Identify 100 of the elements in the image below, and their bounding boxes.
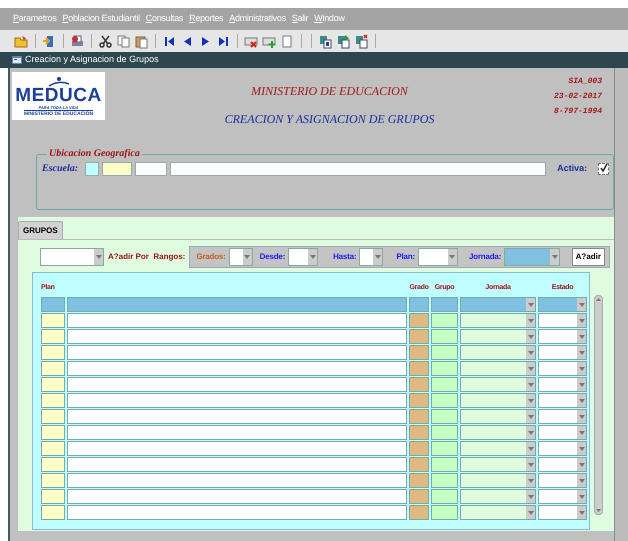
school-number-field[interactable]	[135, 162, 168, 176]
cancel-query-icon[interactable]	[354, 34, 369, 48]
dropdown-arrow-icon[interactable]	[528, 462, 534, 466]
grade-field[interactable]	[409, 505, 429, 520]
group-field[interactable]	[431, 425, 458, 440]
grade-field[interactable]	[409, 313, 429, 328]
scroll-down-icon[interactable]	[595, 506, 602, 514]
scrollbar[interactable]	[594, 295, 603, 515]
scroll-up-icon[interactable]	[595, 296, 602, 304]
menu-item[interactable]: Poblacion Estudiantil	[62, 12, 140, 26]
shift-dropdown[interactable]	[460, 345, 536, 360]
status-dropdown[interactable]	[538, 425, 587, 440]
school-region-field[interactable]	[102, 162, 132, 176]
dropdown-arrow-icon[interactable]	[578, 494, 584, 498]
dropdown-arrow-icon[interactable]	[578, 510, 584, 514]
shift-dropdown[interactable]	[460, 489, 536, 504]
status-dropdown[interactable]	[538, 409, 587, 424]
dropdown-arrow-icon[interactable]	[528, 430, 534, 434]
menu-item[interactable]: Reportes	[189, 12, 224, 26]
plan-field[interactable]	[41, 489, 65, 504]
group-field[interactable]	[431, 409, 458, 424]
add-button[interactable]: A?adir	[572, 248, 605, 266]
dropdown-arrow-icon[interactable]	[528, 510, 534, 514]
paste-icon[interactable]	[134, 34, 149, 48]
plan-field[interactable]	[41, 377, 65, 392]
description-field[interactable]	[67, 393, 407, 408]
plan-field[interactable]	[41, 345, 65, 360]
grade-field[interactable]	[409, 441, 429, 456]
group-field[interactable]	[431, 393, 458, 408]
shift-dropdown[interactable]	[460, 457, 536, 472]
group-field[interactable]	[431, 473, 458, 488]
dropdown-arrow-icon[interactable]	[528, 446, 534, 450]
grade-field[interactable]	[409, 329, 429, 344]
dropdown-arrow-icon[interactable]	[578, 478, 584, 482]
group-field[interactable]	[431, 329, 458, 344]
dropdown-arrow-icon[interactable]	[528, 398, 534, 402]
range-dropdown[interactable]	[40, 248, 104, 266]
plan-field[interactable]	[41, 473, 65, 488]
copy-icon[interactable]	[116, 34, 131, 48]
description-field[interactable]	[67, 457, 407, 472]
description-field[interactable]	[67, 377, 407, 392]
shift-dropdown[interactable]	[460, 505, 536, 520]
group-field[interactable]	[431, 457, 458, 472]
dropdown-arrow-icon[interactable]	[578, 366, 584, 370]
school-name-field[interactable]	[170, 162, 546, 176]
menu-item[interactable]: Window	[314, 12, 345, 26]
status-dropdown[interactable]	[538, 345, 587, 360]
description-field[interactable]	[67, 473, 407, 488]
filter-field[interactable]	[409, 297, 429, 312]
plan-field[interactable]	[41, 361, 65, 376]
dropdown-arrow-icon[interactable]	[578, 462, 584, 466]
plan-field[interactable]	[41, 441, 65, 456]
cut-icon[interactable]	[98, 34, 113, 48]
status-dropdown[interactable]	[538, 361, 587, 376]
group-field[interactable]	[431, 361, 458, 376]
dropdown-arrow-icon[interactable]	[578, 446, 584, 450]
plan-field[interactable]	[41, 313, 65, 328]
active-checkbox[interactable]	[598, 162, 610, 174]
filter-field[interactable]	[431, 297, 458, 312]
description-field[interactable]	[67, 313, 407, 328]
group-field[interactable]	[431, 345, 458, 360]
dropdown-arrow-icon[interactable]	[96, 255, 102, 259]
status-dropdown[interactable]	[538, 441, 587, 456]
description-field[interactable]	[67, 425, 407, 440]
dropdown-arrow-icon[interactable]	[578, 398, 584, 402]
dropdown-arrow-icon[interactable]	[528, 334, 534, 338]
group-field[interactable]	[431, 489, 458, 504]
filter-dropdown[interactable]	[288, 248, 318, 266]
group-field[interactable]	[431, 377, 458, 392]
dropdown-arrow-icon[interactable]	[528, 366, 534, 370]
filter-field[interactable]	[67, 297, 407, 312]
status-dropdown[interactable]	[538, 505, 587, 520]
plan-field[interactable]	[41, 505, 65, 520]
group-field[interactable]	[431, 313, 458, 328]
shift-dropdown[interactable]	[460, 473, 536, 488]
dropdown-arrow-icon[interactable]	[578, 430, 584, 434]
grade-field[interactable]	[409, 425, 429, 440]
dropdown-arrow-icon[interactable]	[578, 382, 584, 386]
description-field[interactable]	[67, 441, 407, 456]
execute-query-icon[interactable]	[336, 34, 351, 48]
grade-field[interactable]	[409, 457, 429, 472]
status-dropdown[interactable]	[538, 489, 587, 504]
dropdown-arrow-icon[interactable]	[552, 255, 558, 259]
filter-dropdown[interactable]	[418, 248, 458, 266]
dropdown-arrow-icon[interactable]	[578, 414, 584, 418]
grade-field[interactable]	[409, 361, 429, 376]
description-field[interactable]	[67, 489, 407, 504]
dropdown-arrow-icon[interactable]	[578, 302, 584, 306]
menu-item[interactable]: Administrativos	[229, 12, 286, 26]
dropdown-arrow-icon[interactable]	[528, 382, 534, 386]
description-field[interactable]	[67, 345, 407, 360]
grade-field[interactable]	[409, 409, 429, 424]
shift-dropdown[interactable]	[460, 329, 536, 344]
status-dropdown[interactable]	[538, 473, 587, 488]
query-icon[interactable]	[318, 34, 333, 48]
menu-item[interactable]: Salir	[292, 12, 308, 26]
status-dropdown[interactable]	[538, 329, 587, 344]
filter-dropdown[interactable]	[228, 248, 253, 266]
dropdown-arrow-icon[interactable]	[578, 350, 584, 354]
grade-field[interactable]	[409, 393, 429, 408]
